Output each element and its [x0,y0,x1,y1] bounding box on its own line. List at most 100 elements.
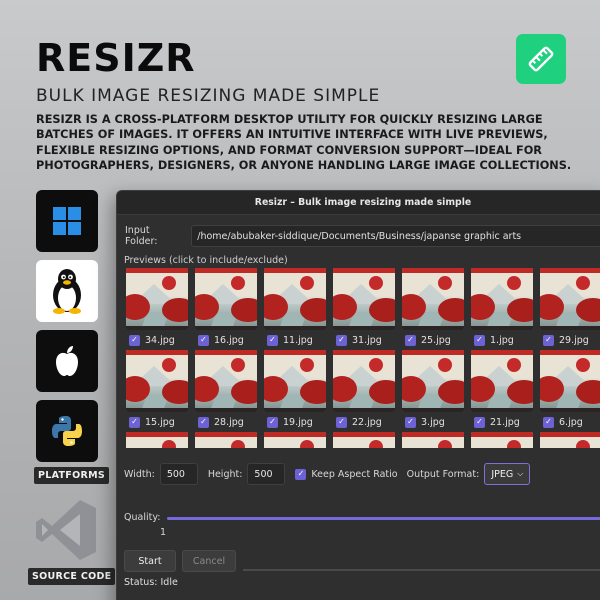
linux-tux-icon [36,260,98,322]
preview-grid: ✓ 34.jpg ✓ 16.jpg ✓ 11.jpg ✓ 31.jpg ✓ 25.jpg ✓ 1.jp… [126,268,600,448]
thumbnail-image [402,432,464,448]
quality-value: 1 [160,527,167,538]
include-checkbox[interactable]: ✓ [405,334,416,346]
input-folder-field[interactable]: /home/abubaker-siddique/Documents/Busine… [191,225,600,247]
preview-thumbnail[interactable] [540,432,600,448]
preview-thumbnail[interactable]: ✓ 19.jpg [264,350,326,432]
width-input[interactable]: 500 [159,463,198,485]
thumbnail-image [195,350,257,412]
include-checkbox[interactable]: ✓ [267,334,278,346]
thumbnail-image [333,268,395,330]
preview-thumbnail[interactable]: ✓ 3.jpg [402,350,464,432]
progress-bar [243,569,600,571]
cancel-button[interactable]: Cancel [182,550,236,572]
python-icon [36,400,98,462]
thumbnail-caption: ✓ 19.jpg [264,413,326,431]
thumbnail-filename: 19.jpg [283,416,313,428]
include-checkbox[interactable]: ✓ [543,416,554,428]
thumbnail-caption: ✓ 11.jpg [264,331,326,349]
quality-label: Quality: [124,512,161,523]
preview-thumbnail[interactable]: ✓ 31.jpg [333,268,395,350]
include-checkbox[interactable]: ✓ [543,334,554,346]
include-checkbox[interactable]: ✓ [474,416,485,428]
preview-thumbnail[interactable]: ✓ 1.jpg [471,268,533,350]
thumbnail-caption: ✓ 28.jpg [195,413,257,431]
width-label: Width: [124,468,155,480]
include-checkbox[interactable]: ✓ [198,416,209,428]
preview-thumbnail[interactable] [126,432,188,448]
start-button[interactable]: Start [124,550,176,572]
thumbnail-image [126,432,188,448]
thumbnail-filename: 25.jpg [421,334,451,346]
thumbnail-image [264,432,326,448]
thumbnail-image [195,268,257,330]
preview-thumbnail[interactable]: ✓ 15.jpg [126,350,188,432]
thumbnail-filename: 6.jpg [559,416,583,428]
include-checkbox[interactable]: ✓ [405,416,416,428]
preview-thumbnail[interactable]: ✓ 11.jpg [264,268,326,350]
app-window: Resizr – Bulk image resizing made simple… [116,190,600,600]
thumbnail-image [264,350,326,412]
thumbnail-caption: ✓ 15.jpg [126,413,188,431]
height-label: Height: [207,468,243,480]
thumbnail-image [126,268,188,330]
preview-thumbnail[interactable] [333,432,395,448]
preview-thumbnail[interactable] [471,432,533,448]
preview-row: ✓ 15.jpg ✓ 28.jpg ✓ 19.jpg ✓ 22.jpg ✓ 3.jpg ✓ 21.jp… [126,350,600,432]
thumbnail-image [333,432,395,448]
preview-thumbnail[interactable] [402,432,464,448]
previews-label: Previews (click to include/exclude) [124,255,288,266]
preview-thumbnail[interactable]: ✓ 34.jpg [126,268,188,350]
thumbnail-caption: ✓ 6.jpg [540,413,600,431]
status-text: Status: Idle [124,577,178,588]
quality-slider[interactable] [167,517,600,520]
visual-studio-code-icon[interactable] [34,498,98,562]
output-format-value: JPEG [491,468,514,480]
include-checkbox[interactable]: ✓ [336,334,347,346]
include-checkbox[interactable]: ✓ [336,416,347,428]
source-code-label[interactable]: SOURCE CODE [28,568,116,585]
preview-thumbnail[interactable]: ✓ 28.jpg [195,350,257,432]
height-input[interactable]: 500 [247,463,286,485]
preview-thumbnail[interactable] [264,432,326,448]
apple-icon [36,330,98,392]
thumbnail-image [264,268,326,330]
thumbnail-caption: ✓ 16.jpg [195,331,257,349]
thumbnail-filename: 1.jpg [490,334,514,346]
thumbnail-image [402,268,464,330]
preview-thumbnail[interactable]: ✓ 6.jpg [540,350,600,432]
app-subtitle: BULK IMAGE RESIZING MADE SIMPLE [36,86,381,106]
window-title: Resizr – Bulk image resizing made simple [117,191,600,215]
windows-icon [36,190,98,252]
keep-aspect-checkbox[interactable]: ✓ [295,468,307,480]
include-checkbox[interactable]: ✓ [267,416,278,428]
preview-thumbnail[interactable]: ✓ 21.jpg [471,350,533,432]
preview-row [126,432,600,448]
include-checkbox[interactable]: ✓ [474,334,485,346]
preview-thumbnail[interactable]: ✓ 22.jpg [333,350,395,432]
thumbnail-image [333,350,395,412]
preview-thumbnail[interactable] [195,432,257,448]
thumbnail-image [540,268,600,330]
thumbnail-caption: ✓ 22.jpg [333,413,395,431]
include-checkbox[interactable]: ✓ [129,334,140,346]
thumbnail-image [471,268,533,330]
thumbnail-filename: 11.jpg [283,334,313,346]
options-row: Width: 500 Height: 500 ✓ Keep Aspect Rat… [124,463,531,485]
output-format-label: Output Format: [406,468,480,480]
preview-thumbnail[interactable]: ✓ 16.jpg [195,268,257,350]
thumbnail-filename: 22.jpg [352,416,382,428]
thumbnail-image [540,350,600,412]
include-checkbox[interactable]: ✓ [129,416,140,428]
thumbnail-caption: ✓ 29.jpg [540,331,600,349]
thumbnail-filename: 29.jpg [559,334,589,346]
include-checkbox[interactable]: ✓ [198,334,209,346]
preview-thumbnail[interactable]: ✓ 29.jpg [540,268,600,350]
output-format-select[interactable]: JPEG ⌵ [484,463,531,485]
app-description: RESIZR IS A CROSS-PLATFORM DESKTOP UTILI… [36,113,572,173]
thumbnail-image [402,350,464,412]
preview-thumbnail[interactable]: ✓ 25.jpg [402,268,464,350]
input-folder-label: Input Folder: [125,225,158,247]
chevron-down-icon: ⌵ [517,469,524,478]
thumbnail-filename: 16.jpg [214,334,244,346]
